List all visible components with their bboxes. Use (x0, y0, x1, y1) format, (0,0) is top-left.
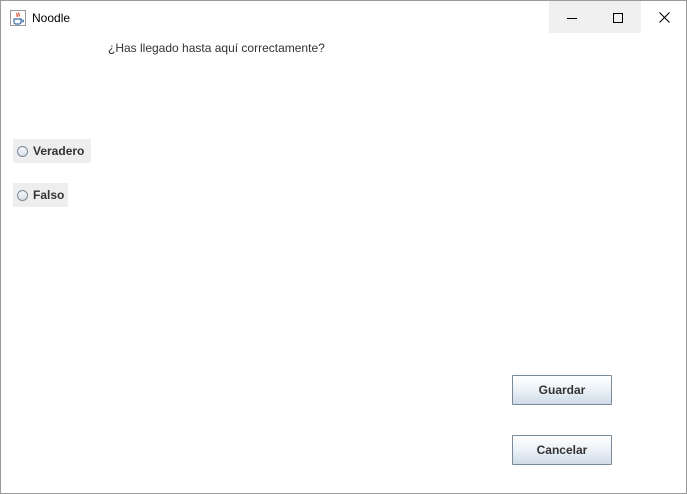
cancel-button[interactable]: Cancelar (512, 435, 612, 465)
radio-button-circle[interactable] (17, 145, 28, 157)
maximize-button[interactable] (595, 1, 641, 33)
radio-label-false: Falso (33, 188, 65, 202)
minimize-button[interactable] (549, 1, 595, 33)
close-button[interactable] (641, 1, 686, 33)
maximize-icon (613, 8, 623, 27)
close-icon (658, 8, 670, 27)
app-window: Noodle ¿Has llegado hasta aquí correctam… (0, 0, 687, 494)
save-button[interactable]: Guardar (512, 375, 612, 405)
java-cup-icon (10, 10, 26, 26)
radio-option-true[interactable]: Veradero (13, 139, 91, 163)
minimize-icon (567, 8, 577, 27)
radio-option-false[interactable]: Falso (13, 183, 68, 207)
question-label: ¿Has llegado hasta aquí correctamente? (108, 41, 325, 55)
radio-label-true: Veradero (33, 144, 85, 158)
title-bar[interactable]: Noodle (1, 1, 686, 34)
window-title: Noodle (32, 11, 71, 25)
radio-button-circle[interactable] (17, 189, 28, 201)
